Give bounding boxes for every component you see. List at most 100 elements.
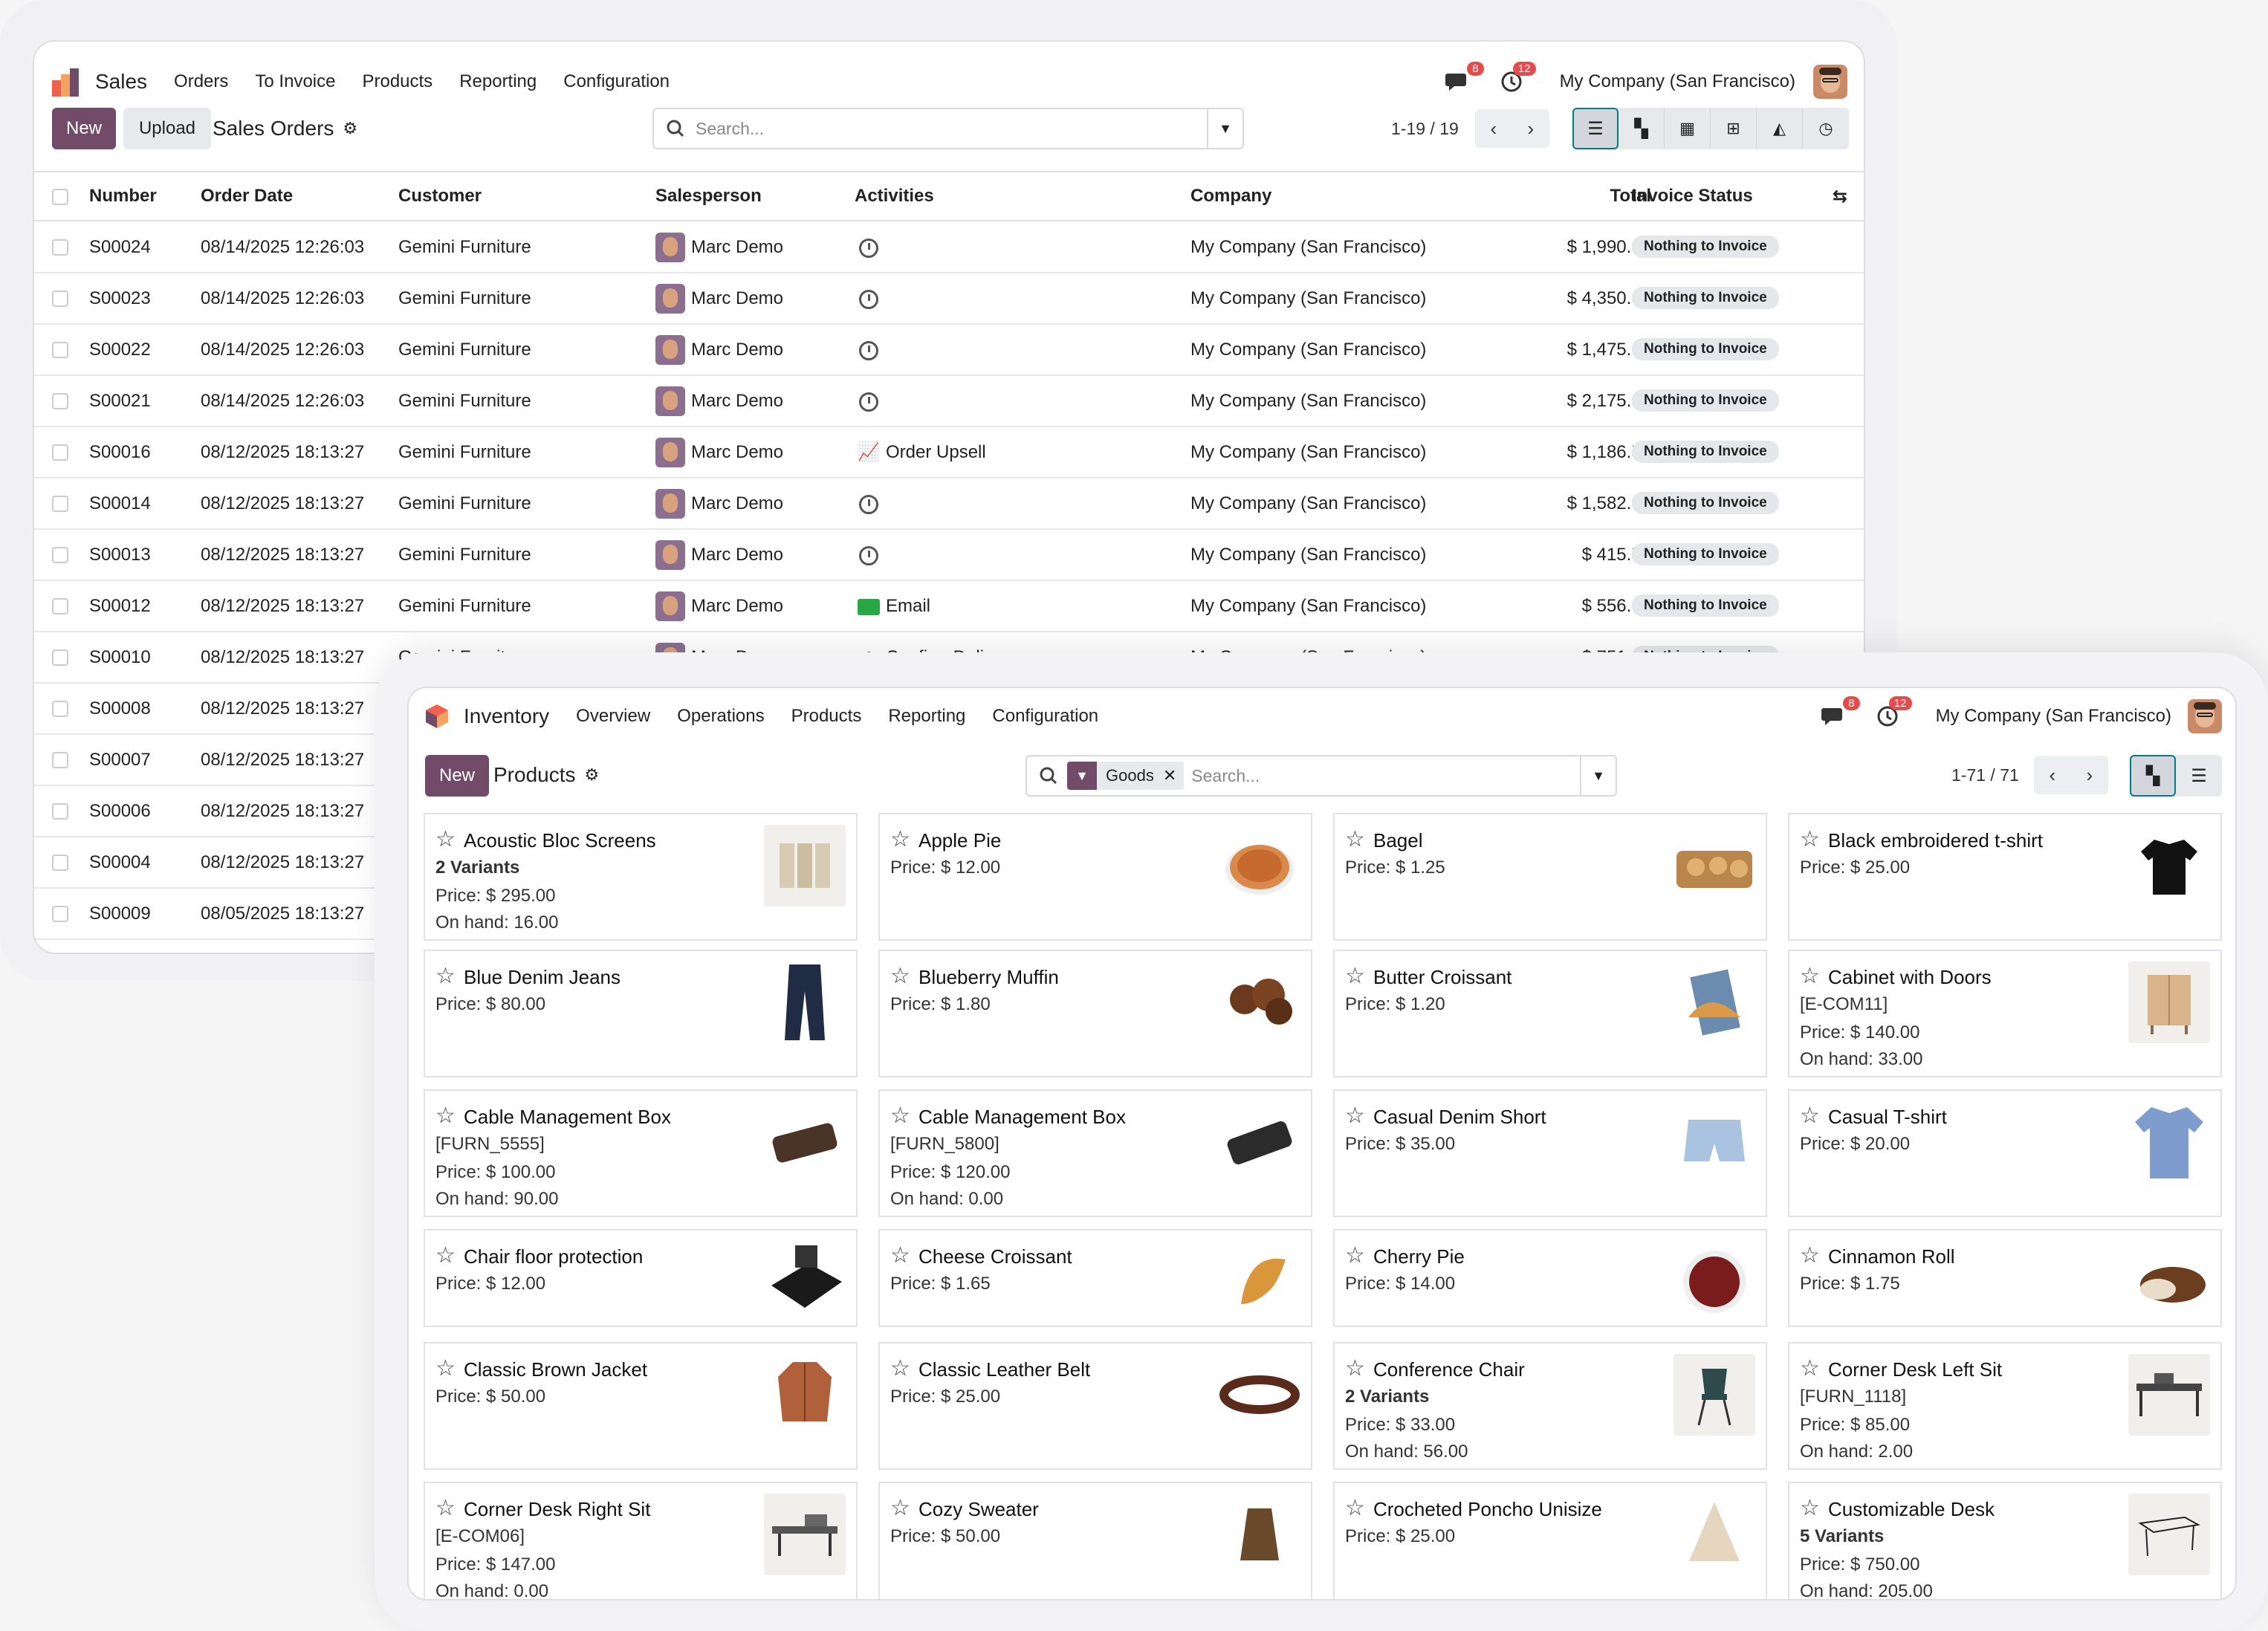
menu-overview[interactable]: Overview (576, 706, 650, 727)
row-checkbox[interactable] (52, 598, 68, 615)
table-row[interactable]: S00021 08/14/2025 12:26:03 Gemini Furnitur… (34, 376, 1864, 427)
gear-icon[interactable]: ⚙ (585, 765, 600, 785)
product-card[interactable]: ☆ Casual T-shirt Price: $ 20.00 (1788, 1089, 2222, 1217)
product-card[interactable]: ☆ Cozy Sweater Price: $ 50.00 (878, 1482, 1312, 1599)
row-checkbox[interactable] (52, 291, 68, 307)
menu-reporting[interactable]: Reporting (888, 706, 965, 727)
favorite-star-icon[interactable]: ☆ (890, 963, 910, 989)
favorite-star-icon[interactable]: ☆ (1800, 1242, 1820, 1268)
favorite-star-icon[interactable]: ☆ (1800, 963, 1820, 989)
pager-next-button[interactable]: › (1512, 109, 1549, 148)
kanban-view-button[interactable]: ▚ (2130, 755, 2176, 797)
user-avatar[interactable] (1813, 65, 1847, 99)
product-card[interactable]: ☆ Cable Management Box [FURN_5555] Price: $… (424, 1089, 858, 1217)
col-invoice-status[interactable]: Invoice Status (1632, 186, 1753, 207)
search-input[interactable]: Search... (696, 119, 764, 139)
kanban-view-button[interactable]: ▚ (1619, 108, 1665, 149)
row-checkbox[interactable] (52, 855, 68, 871)
activity-clock-icon[interactable] (859, 239, 878, 258)
product-card[interactable]: ☆ Corner Desk Left Sit [FURN_1118] Price: $… (1788, 1342, 2222, 1470)
product-card[interactable]: ☆ Casual Denim Short Price: $ 35.00 (1333, 1089, 1767, 1217)
user-avatar[interactable] (2188, 699, 2222, 733)
pivot-view-button[interactable]: ⊞ (1711, 108, 1757, 149)
row-checkbox[interactable] (52, 803, 68, 820)
menu-orders[interactable]: Orders (174, 71, 228, 92)
calendar-view-button[interactable]: ▦ (1665, 108, 1711, 149)
new-button[interactable]: New (52, 108, 116, 149)
activity-clock-icon[interactable] (859, 392, 878, 412)
table-row[interactable]: S00016 08/12/2025 18:13:27 Gemini Furnitur… (34, 427, 1864, 479)
favorite-star-icon[interactable]: ☆ (890, 1355, 910, 1381)
activity-clock-icon[interactable] (859, 546, 878, 565)
product-card[interactable]: ☆ Bagel Price: $ 1.25 (1333, 813, 1767, 941)
list-view-button[interactable]: ☰ (1572, 108, 1619, 149)
favorite-star-icon[interactable]: ☆ (1345, 1242, 1365, 1268)
favorite-star-icon[interactable]: ☆ (1345, 1103, 1365, 1129)
favorite-star-icon[interactable]: ☆ (1800, 1495, 1820, 1521)
graph-view-button[interactable]: ◭ (1757, 108, 1803, 149)
select-all-checkbox[interactable] (52, 189, 68, 205)
table-row[interactable]: S00023 08/14/2025 12:26:03 Gemini Furnitur… (34, 273, 1864, 325)
product-card[interactable]: ☆ Cinnamon Roll Price: $ 1.75 (1788, 1229, 2222, 1327)
favorite-star-icon[interactable]: ☆ (435, 1242, 456, 1268)
pager-value[interactable]: 1-19 / 19 (1391, 119, 1459, 139)
inventory-app-icon[interactable] (424, 703, 450, 730)
favorite-star-icon[interactable]: ☆ (890, 1495, 910, 1521)
product-card[interactable]: ☆ Acoustic Bloc Screens 2 Variants Price: $… (424, 813, 858, 941)
product-card[interactable]: ☆ Customizable Desk 5 Variants Price: $ 750… (1788, 1482, 2222, 1599)
col-salesperson[interactable]: Salesperson (655, 186, 762, 207)
row-checkbox[interactable] (52, 906, 68, 922)
app-name[interactable]: Sales (95, 70, 147, 94)
activity-clock-icon[interactable] (859, 290, 878, 309)
gear-icon[interactable]: ⚙ (343, 119, 357, 138)
activity-view-button[interactable]: ◷ (1803, 108, 1849, 149)
product-card[interactable]: ☆ Crocheted Poncho Unisize Price: $ 25.00 (1333, 1482, 1767, 1599)
new-button[interactable]: New (425, 755, 489, 797)
product-card[interactable]: ☆ Cable Management Box [FURN_5800] Price: $… (878, 1089, 1312, 1217)
table-row[interactable]: S00013 08/12/2025 18:13:27 Gemini Furnitur… (34, 530, 1864, 581)
activity-clock-icon[interactable] (859, 495, 878, 514)
product-card[interactable]: ☆ Butter Croissant Price: $ 1.20 (1333, 950, 1767, 1077)
product-card[interactable]: ☆ Conference Chair 2 Variants Price: $ 33.0… (1333, 1342, 1767, 1470)
product-card[interactable]: ☆ Classic Brown Jacket Price: $ 50.00 (424, 1342, 858, 1470)
search-bar[interactable]: Search... ▼ (652, 108, 1244, 149)
activity-clock-icon[interactable]: 12 (1876, 696, 1912, 727)
chat-icon[interactable]: 8 (1821, 696, 1860, 727)
col-order-date[interactable]: Order Date (201, 186, 293, 207)
product-card[interactable]: ☆ Corner Desk Right Sit [E-COM06] Price: $ … (424, 1482, 858, 1599)
row-checkbox[interactable] (52, 444, 68, 461)
favorite-star-icon[interactable]: ☆ (435, 1103, 456, 1129)
chat-icon[interactable]: 8 (1445, 62, 1484, 93)
search-bar[interactable]: ▼ Goods ✕ Search... ▼ (1026, 755, 1617, 797)
pager-prev-button[interactable]: ‹ (1474, 109, 1512, 148)
row-checkbox[interactable] (52, 649, 68, 666)
row-checkbox[interactable] (52, 342, 68, 358)
favorite-star-icon[interactable]: ☆ (435, 1355, 456, 1381)
email-icon[interactable] (858, 599, 880, 615)
product-card[interactable]: ☆ Blue Denim Jeans Price: $ 80.00 (424, 950, 858, 1077)
favorite-star-icon[interactable]: ☆ (1800, 1103, 1820, 1129)
menu-configuration[interactable]: Configuration (992, 706, 1098, 727)
menu-products[interactable]: Products (362, 71, 432, 92)
menu-to-invoice[interactable]: To Invoice (255, 71, 335, 92)
favorite-star-icon[interactable]: ☆ (890, 826, 910, 852)
menu-operations[interactable]: Operations (677, 706, 764, 727)
favorite-star-icon[interactable]: ☆ (1345, 1355, 1365, 1381)
product-card[interactable]: ☆ Black embroidered t-shirt Price: $ 25.00 (1788, 813, 2222, 941)
row-checkbox[interactable] (52, 239, 68, 256)
favorite-star-icon[interactable]: ☆ (435, 826, 456, 852)
table-row[interactable]: S00022 08/14/2025 12:26:03 Gemini Furnitur… (34, 325, 1864, 376)
pager-value[interactable]: 1-71 / 71 (1951, 765, 2019, 785)
favorite-star-icon[interactable]: ☆ (1345, 826, 1365, 852)
table-row[interactable]: S00024 08/14/2025 12:26:03 Gemini Furnitur… (34, 222, 1864, 273)
col-number[interactable]: Number (89, 186, 157, 207)
column-settings-icon[interactable]: ⇆ (1833, 186, 1847, 207)
app-name[interactable]: Inventory (464, 704, 549, 728)
favorite-star-icon[interactable]: ☆ (435, 1495, 456, 1521)
table-row[interactable]: S00012 08/12/2025 18:13:27 Gemini Furnitur… (34, 581, 1864, 632)
product-card[interactable]: ☆ Cheese Croissant Price: $ 1.65 (878, 1229, 1312, 1327)
company-switcher[interactable]: My Company (San Francisco) (1560, 71, 1795, 92)
company-switcher[interactable]: My Company (San Francisco) (1936, 706, 2171, 727)
product-card[interactable]: ☆ Cabinet with Doors [E-COM11] Price: $ 140… (1788, 950, 2222, 1077)
favorite-star-icon[interactable]: ☆ (1800, 826, 1820, 852)
